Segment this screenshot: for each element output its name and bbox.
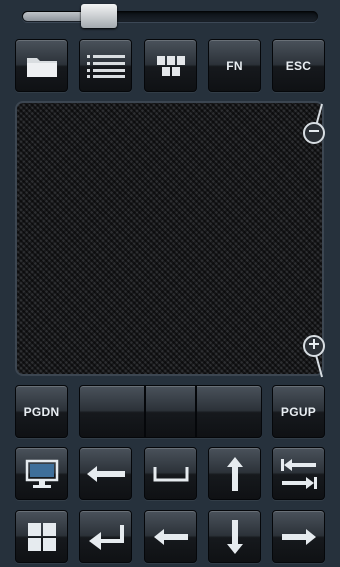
arrow-up-icon [226,456,244,492]
right-click-button[interactable] [196,385,262,438]
pgdn-label: PGDN [23,404,60,419]
space-icon [153,466,189,482]
arrow-left-long-icon [86,465,126,483]
space-button[interactable] [144,447,197,500]
up-arrow-button[interactable] [208,447,261,500]
down-arrow-button[interactable] [208,510,261,563]
right-arrow-button[interactable] [272,510,325,563]
zoom-in-icon [308,337,320,355]
backspace-button[interactable] [79,447,132,500]
left-arrow-button[interactable] [144,510,197,563]
enter-icon [88,524,124,550]
monitor-icon [25,459,59,489]
arrow-right-icon [281,528,317,546]
windows-key-button[interactable] [15,510,68,563]
tab-icon [280,457,318,491]
left-click-button[interactable] [79,385,145,438]
arrow-left-icon [153,528,189,546]
middle-click-button[interactable] [145,385,196,438]
zoom-out-icon [308,124,320,142]
mouse-buttons-strip [79,385,262,438]
pgdn-button[interactable]: PGDN [15,385,68,438]
pgup-label: PGUP [280,404,317,419]
zoom-out-button[interactable] [303,122,325,144]
windows-icon [27,522,57,552]
zoom-in-button[interactable] [303,335,325,357]
desktop-button[interactable] [15,447,68,500]
tab-button[interactable] [272,447,325,500]
pgup-button[interactable]: PGUP [272,385,325,438]
arrow-down-icon [226,519,244,555]
enter-button[interactable] [79,510,132,563]
